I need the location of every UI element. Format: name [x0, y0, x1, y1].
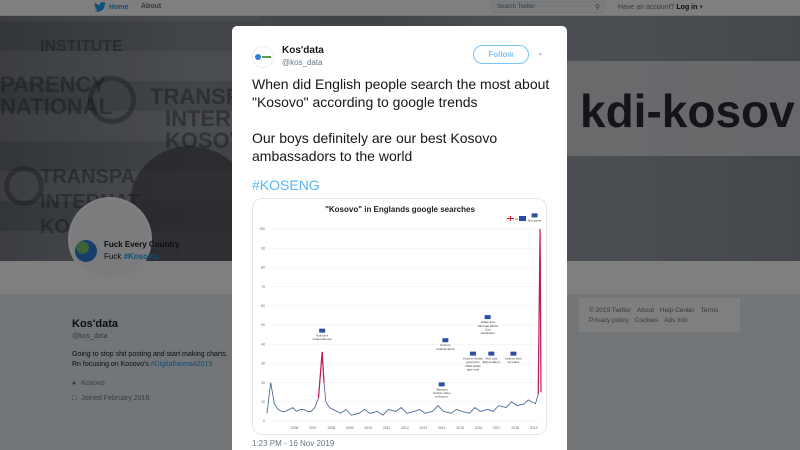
annotation-icon [469, 351, 476, 356]
tweet-timestamp[interactable]: 1:23 PM - 16 Nov 2019 [252, 439, 334, 448]
x-tick-label: 2010 [364, 426, 372, 430]
tweet-modal: Kos'data @kos_data Follow ⌄ When did Eng… [232, 26, 567, 450]
y-tick-label: 10 [261, 400, 265, 404]
tweet-paragraph: When did English people search the most … [252, 76, 550, 110]
annotation-label: first game [528, 218, 542, 222]
chart-series [266, 228, 542, 416]
highlight-peak [317, 351, 325, 399]
x-tick-label: 2007 [309, 426, 317, 430]
y-tick-label: 70 [261, 285, 265, 289]
annotation-icon [319, 328, 326, 333]
avatar-bar [262, 56, 271, 58]
x-axis: 2006 2007 2008 2009 2010 2011 2012 2013 2014 2015… [291, 426, 538, 430]
highlight-peak [537, 228, 542, 395]
annotation-label: gets viral [467, 367, 479, 371]
tweet-author-handle[interactable]: @kos_data [282, 58, 323, 67]
x-tick-label: 2009 [346, 426, 354, 430]
x-tick-label: 2019 [530, 426, 538, 430]
tweet-media-chart[interactable]: "Kosovo" in Englands google searches vs … [252, 198, 547, 435]
annotation-label: football debut [436, 347, 454, 351]
annotation-label: celebration [480, 331, 495, 335]
annotation-icon [488, 351, 495, 356]
tweet-text: When did English people search the most … [252, 75, 552, 183]
y-axis: 0 10 20 30 40 50 60 70 80 90 100 [259, 227, 265, 423]
x-tick-label: 2008 [327, 426, 335, 430]
annotation-label: debuts album [482, 360, 501, 364]
series-line [266, 228, 542, 416]
annotation-icon [484, 315, 491, 320]
kosovo-flag-icon [519, 216, 526, 221]
annotation-icon [438, 382, 445, 387]
x-tick-label: 2016 [475, 426, 483, 430]
y-tick-label: 20 [261, 381, 265, 385]
tweet-author-avatar[interactable] [252, 46, 274, 68]
chart-canvas: "Kosovo" in Englands google searches vs … [259, 205, 542, 430]
flag-icons: vs [506, 215, 526, 222]
x-tick-label: 2018 [511, 426, 519, 430]
flag-vs-text: vs [515, 217, 519, 221]
chevron-down-icon[interactable]: ⌄ [537, 48, 544, 57]
follow-button[interactable]: Follow [473, 45, 529, 64]
x-tick-label: 2006 [291, 426, 299, 430]
x-tick-label: 2012 [401, 426, 409, 430]
y-tick-label: 40 [261, 342, 265, 346]
chart-title: "Kosovo" in Englands google searches [325, 205, 475, 214]
x-tick-label: 2017 [493, 426, 501, 430]
annotation-icon [531, 213, 538, 218]
y-tick-label: 60 [261, 304, 265, 308]
x-tick-label: 2014 [438, 426, 446, 430]
tweet-hashtag[interactable]: #KOSENG [252, 177, 320, 193]
tweet-author-name[interactable]: Kos'data [282, 45, 324, 56]
avatar-dot [255, 54, 261, 60]
y-tick-label: 0 [263, 419, 265, 423]
annotation-label: Independence [313, 337, 332, 341]
annotation-icon [442, 338, 449, 343]
x-tick-label: 2015 [456, 426, 464, 430]
annotation-label: 1st place [507, 360, 519, 364]
y-tick-label: 80 [261, 266, 265, 270]
y-tick-label: 90 [261, 246, 265, 250]
chart-grid [267, 228, 541, 422]
x-tick-label: 2013 [419, 426, 427, 430]
y-tick-label: 50 [261, 323, 265, 327]
y-tick-label: 100 [259, 227, 265, 231]
x-tick-label: 2011 [383, 426, 391, 430]
annotation-label: in Kosovo [435, 395, 449, 399]
annotation-icon [510, 351, 517, 356]
y-tick-label: 30 [261, 362, 265, 366]
tweet-paragraph: Our boys definitely are our best Kosovo … [252, 130, 498, 164]
